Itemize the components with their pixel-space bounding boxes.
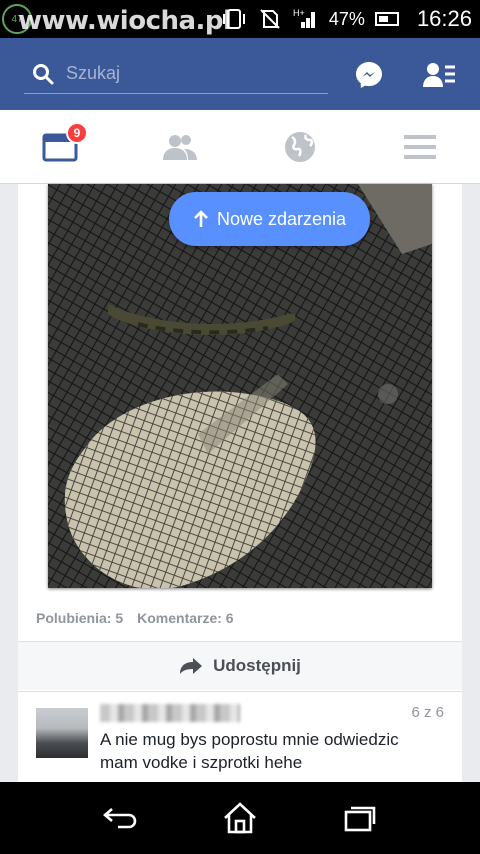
back-icon bbox=[103, 808, 137, 829]
friends-icon bbox=[163, 135, 197, 160]
home-icon bbox=[224, 802, 256, 834]
clock: 16:26 bbox=[416, 6, 472, 31]
search-icon bbox=[33, 63, 54, 84]
post-stats: Polubienia: 5 Komentarze: 6 bbox=[36, 610, 234, 626]
avatar[interactable] bbox=[36, 708, 88, 758]
watermark: www.wiocha.pl bbox=[18, 6, 232, 36]
comment-item: 6 z 6 A nie mug bys poprostu mnie odwied… bbox=[18, 692, 462, 782]
signal-icon: H+ bbox=[293, 8, 319, 30]
friend-requests-button[interactable] bbox=[422, 60, 456, 90]
home-button[interactable] bbox=[220, 800, 260, 836]
svg-text:H+: H+ bbox=[293, 8, 305, 18]
tab-news-feed[interactable]: 9 bbox=[0, 110, 120, 184]
menu-icon bbox=[404, 135, 436, 159]
post-card: Nowe zdarzenia Polubienia: 5 Komentarze:… bbox=[18, 184, 462, 784]
comment-text: A nie mug bys poprostu mnie odwiedzic ma… bbox=[100, 730, 399, 772]
share-label: Udostępnij bbox=[213, 656, 301, 675]
comment-counter: 6 z 6 bbox=[411, 704, 444, 721]
search-input[interactable]: Szukaj bbox=[24, 54, 328, 94]
arrow-up-icon bbox=[194, 210, 208, 227]
share-icon bbox=[180, 658, 203, 674]
no-sim-icon bbox=[257, 8, 283, 30]
search-placeholder: Szukaj bbox=[66, 63, 121, 83]
notification-badge: 9 bbox=[66, 122, 88, 144]
tab-friends[interactable] bbox=[120, 110, 240, 184]
messenger-icon bbox=[356, 62, 382, 88]
messenger-button[interactable] bbox=[354, 60, 384, 90]
system-nav-bar bbox=[0, 782, 480, 854]
share-button[interactable]: Udostępnij bbox=[18, 642, 462, 690]
vibrate-icon bbox=[221, 8, 247, 30]
friend-requests-icon bbox=[423, 63, 455, 87]
recent-apps-button[interactable] bbox=[340, 800, 380, 836]
recent-apps-icon bbox=[344, 806, 376, 832]
tab-bar: 9 bbox=[0, 110, 480, 184]
battery-icon bbox=[374, 12, 399, 26]
globe-icon bbox=[285, 132, 315, 162]
status-bar: 47 www.wiocha.pl H+ 47% 16:26 bbox=[0, 0, 480, 38]
comments-count[interactable]: Komentarze: 6 bbox=[137, 610, 233, 626]
battery-percent: 47% bbox=[328, 8, 365, 29]
new-stories-label: Nowe zdarzenia bbox=[216, 208, 347, 229]
likes-count[interactable]: Polubienia: 5 bbox=[36, 610, 123, 626]
post-photo[interactable]: Nowe zdarzenia bbox=[48, 184, 432, 588]
new-stories-button[interactable]: Nowe zdarzenia bbox=[169, 192, 370, 246]
back-button[interactable] bbox=[100, 800, 140, 836]
tab-notifications[interactable] bbox=[240, 110, 360, 184]
tab-menu[interactable] bbox=[360, 110, 480, 184]
commenter-name-blurred[interactable] bbox=[100, 704, 240, 722]
app-header: Szukaj bbox=[0, 38, 480, 110]
